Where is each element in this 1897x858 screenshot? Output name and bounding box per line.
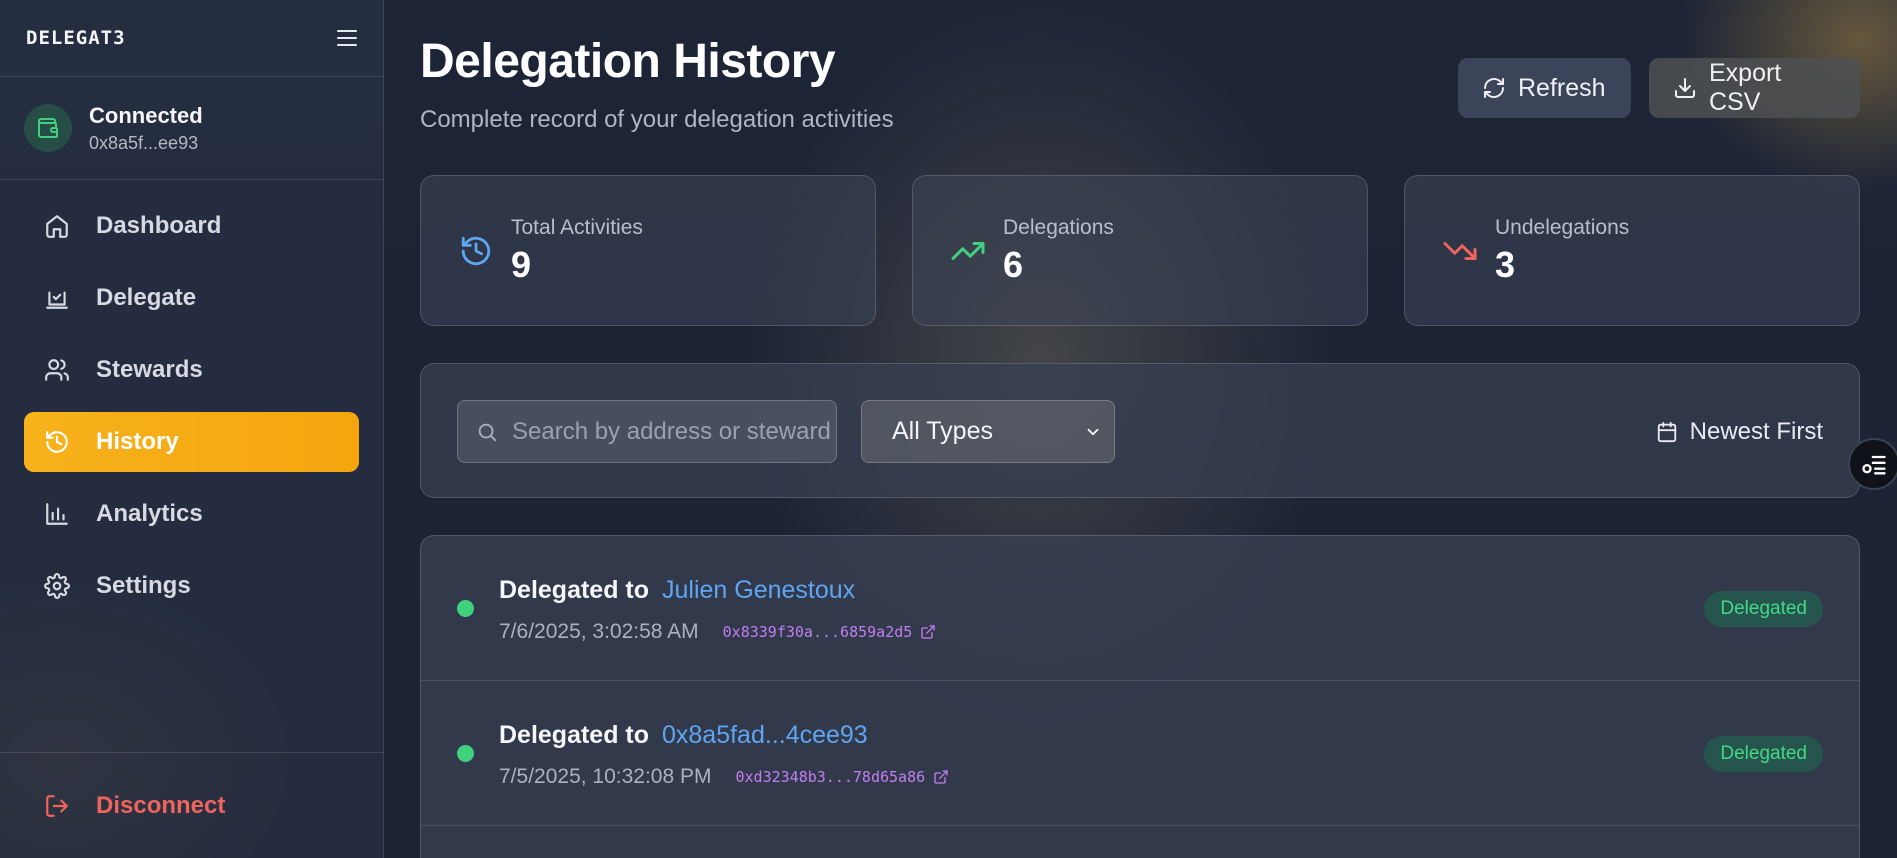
tx-hash: 0xd32348b3...78d65a86 — [735, 768, 926, 786]
logout-icon — [42, 791, 72, 821]
sidebar-item-label: Dashboard — [96, 212, 222, 239]
stat-value: 6 — [1003, 243, 1024, 285]
search-field[interactable] — [457, 400, 837, 463]
main-content: Delegation History Complete record of yo… — [420, 0, 1860, 858]
wallet-status-label: Connected — [89, 102, 203, 128]
page-title: Delegation History — [420, 35, 836, 88]
stat-value: 3 — [1495, 243, 1516, 285]
activity-meta: 7/6/2025, 3:02:58 AM 0x8339f30a...6859a2… — [499, 620, 936, 644]
status-badge: Delegated — [1704, 736, 1823, 772]
refresh-label: Refresh — [1518, 73, 1606, 102]
brand-row: DELEGAT3 — [0, 0, 383, 77]
status-dot — [457, 600, 474, 617]
sidebar-item-delegate[interactable]: Delegate — [24, 268, 359, 328]
refresh-icon — [1482, 76, 1506, 100]
calendar-icon — [1656, 421, 1678, 443]
brand-logo: DELEGAT3 — [26, 27, 126, 49]
download-icon — [1673, 76, 1697, 100]
page-subtitle: Complete record of your delegation activ… — [420, 106, 894, 133]
menu-icon[interactable] — [337, 30, 357, 46]
sidebar-item-analytics[interactable]: Analytics — [24, 484, 359, 544]
activity-title: Delegated to Julien Genestoux — [499, 576, 855, 605]
vote-icon — [42, 283, 72, 313]
disconnect-button[interactable]: Disconnect — [42, 791, 225, 821]
gear-icon — [42, 571, 72, 601]
sidebar-item-history[interactable]: History — [24, 412, 359, 472]
tx-hash: 0x8339f30a...6859a2d5 — [722, 623, 913, 641]
sidebar-item-dashboard[interactable]: Dashboard — [24, 196, 359, 256]
tx-hash-link[interactable]: 0xd32348b3...78d65a86 — [736, 768, 950, 786]
history-icon — [42, 427, 72, 457]
activity-timestamp: 7/5/2025, 10:32:08 PM — [499, 765, 712, 788]
home-icon — [42, 211, 72, 241]
activity-target-link[interactable]: Julien Genestoux — [662, 576, 855, 604]
stat-label: Total Activities — [511, 215, 643, 239]
sidebar-item-label: Delegate — [96, 284, 197, 311]
bar-chart-icon — [42, 499, 72, 529]
refresh-button[interactable]: Refresh — [1458, 58, 1631, 118]
sidebar-item-label: Stewards — [96, 356, 203, 383]
sort-label: Newest First — [1689, 417, 1823, 445]
history-icon — [457, 232, 495, 270]
activity-action: Delegated to — [499, 576, 650, 604]
users-icon — [42, 355, 72, 385]
disconnect-label: Disconnect — [96, 791, 226, 819]
stat-card-total: Total Activities 9 — [420, 175, 876, 326]
list-item[interactable]: Delegated to Julien Genestoux 7/6/2025, … — [421, 536, 1859, 681]
sidebar: DELEGAT3 Connected 0x8a5f...ee93 Dashboa… — [0, 0, 384, 858]
stat-label: Undelegations — [1495, 215, 1630, 239]
export-label: Export CSV — [1709, 59, 1782, 116]
wallet-address: 0x8a5f...ee93 — [89, 132, 199, 153]
search-input[interactable] — [512, 417, 832, 446]
wallet-icon — [24, 104, 72, 152]
activity-title: Delegated to 0x8a5fad...4cee93 — [499, 721, 868, 750]
list-settings-icon — [1860, 450, 1888, 478]
sidebar-item-settings[interactable]: Settings — [24, 556, 359, 616]
activity-target-link[interactable]: 0x8a5fad...4cee93 — [662, 721, 868, 749]
activity-list: Delegated to Julien Genestoux 7/6/2025, … — [420, 535, 1860, 858]
list-item[interactable]: Delegated to 0x8a5fad...4cee93 7/5/2025,… — [421, 681, 1859, 826]
external-link-icon — [920, 624, 936, 640]
stat-value: 9 — [511, 243, 532, 285]
sidebar-footer: Disconnect — [0, 752, 383, 858]
trending-down-icon — [1441, 232, 1479, 270]
type-filter-value: All Types — [892, 417, 993, 445]
export-csv-button[interactable]: Export CSV — [1649, 58, 1860, 118]
activity-action: Delegated to — [499, 721, 650, 749]
activity-meta: 7/5/2025, 10:32:08 PM 0xd32348b3...78d65… — [499, 765, 949, 789]
sidebar-item-label: History — [96, 428, 179, 455]
tx-hash-link[interactable]: 0x8339f30a...6859a2d5 — [723, 623, 937, 641]
stat-card-delegations: Delegations 6 — [912, 175, 1368, 326]
trending-up-icon — [949, 232, 987, 270]
filter-bar: All Types Newest First — [420, 363, 1860, 498]
external-link-icon — [933, 769, 949, 785]
activity-timestamp: 7/6/2025, 3:02:58 AM — [499, 620, 699, 643]
status-badge: Delegated — [1704, 591, 1823, 627]
chevron-down-icon — [1084, 423, 1102, 441]
sort-toggle[interactable]: Newest First — [1656, 400, 1823, 463]
sidebar-item-label: Analytics — [96, 500, 203, 527]
floating-menu-button[interactable] — [1848, 438, 1897, 490]
stat-card-undelegations: Undelegations 3 — [1404, 175, 1860, 326]
stat-label: Delegations — [1003, 215, 1114, 239]
type-filter-select[interactable]: All Types — [861, 400, 1115, 463]
status-dot — [457, 745, 474, 762]
search-icon — [476, 421, 498, 443]
sidebar-nav: Dashboard Delegate Stewards History Anal… — [0, 180, 383, 644]
wallet-status: Connected 0x8a5f...ee93 — [0, 77, 383, 180]
sidebar-item-label: Settings — [96, 572, 191, 599]
sidebar-item-stewards[interactable]: Stewards — [24, 340, 359, 400]
